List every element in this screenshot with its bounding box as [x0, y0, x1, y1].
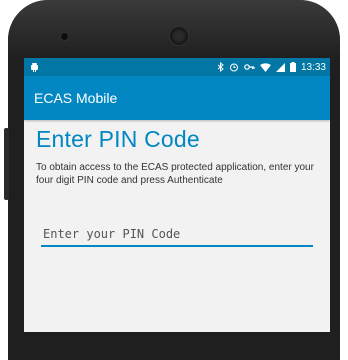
- pin-entry-content: Enter PIN Code To obtain access to the E…: [24, 120, 330, 247]
- status-time: 13:33: [300, 61, 326, 73]
- instructions-text: To obtain access to the ECAS protected a…: [36, 162, 314, 186]
- app-title: ECAS Mobile: [34, 90, 118, 106]
- front-camera: [61, 33, 68, 40]
- page-title: Enter PIN Code: [36, 126, 200, 152]
- android-icon: [30, 62, 39, 72]
- signal-icon: [275, 62, 285, 72]
- bluetooth-icon: [217, 62, 224, 72]
- status-bar: 13:33: [24, 58, 330, 76]
- phone-side-button: [4, 128, 9, 200]
- wifi-icon: [259, 62, 271, 72]
- earpiece-speaker: [170, 27, 188, 45]
- battery-icon: [289, 62, 296, 72]
- pin-code-input[interactable]: [41, 227, 313, 247]
- app-bar: ECAS Mobile: [24, 76, 330, 120]
- alarm-icon: [229, 62, 239, 72]
- key-icon: [244, 63, 255, 71]
- phone-screen: 13:33 ECAS Mobile Enter PIN Code To obta…: [24, 58, 330, 332]
